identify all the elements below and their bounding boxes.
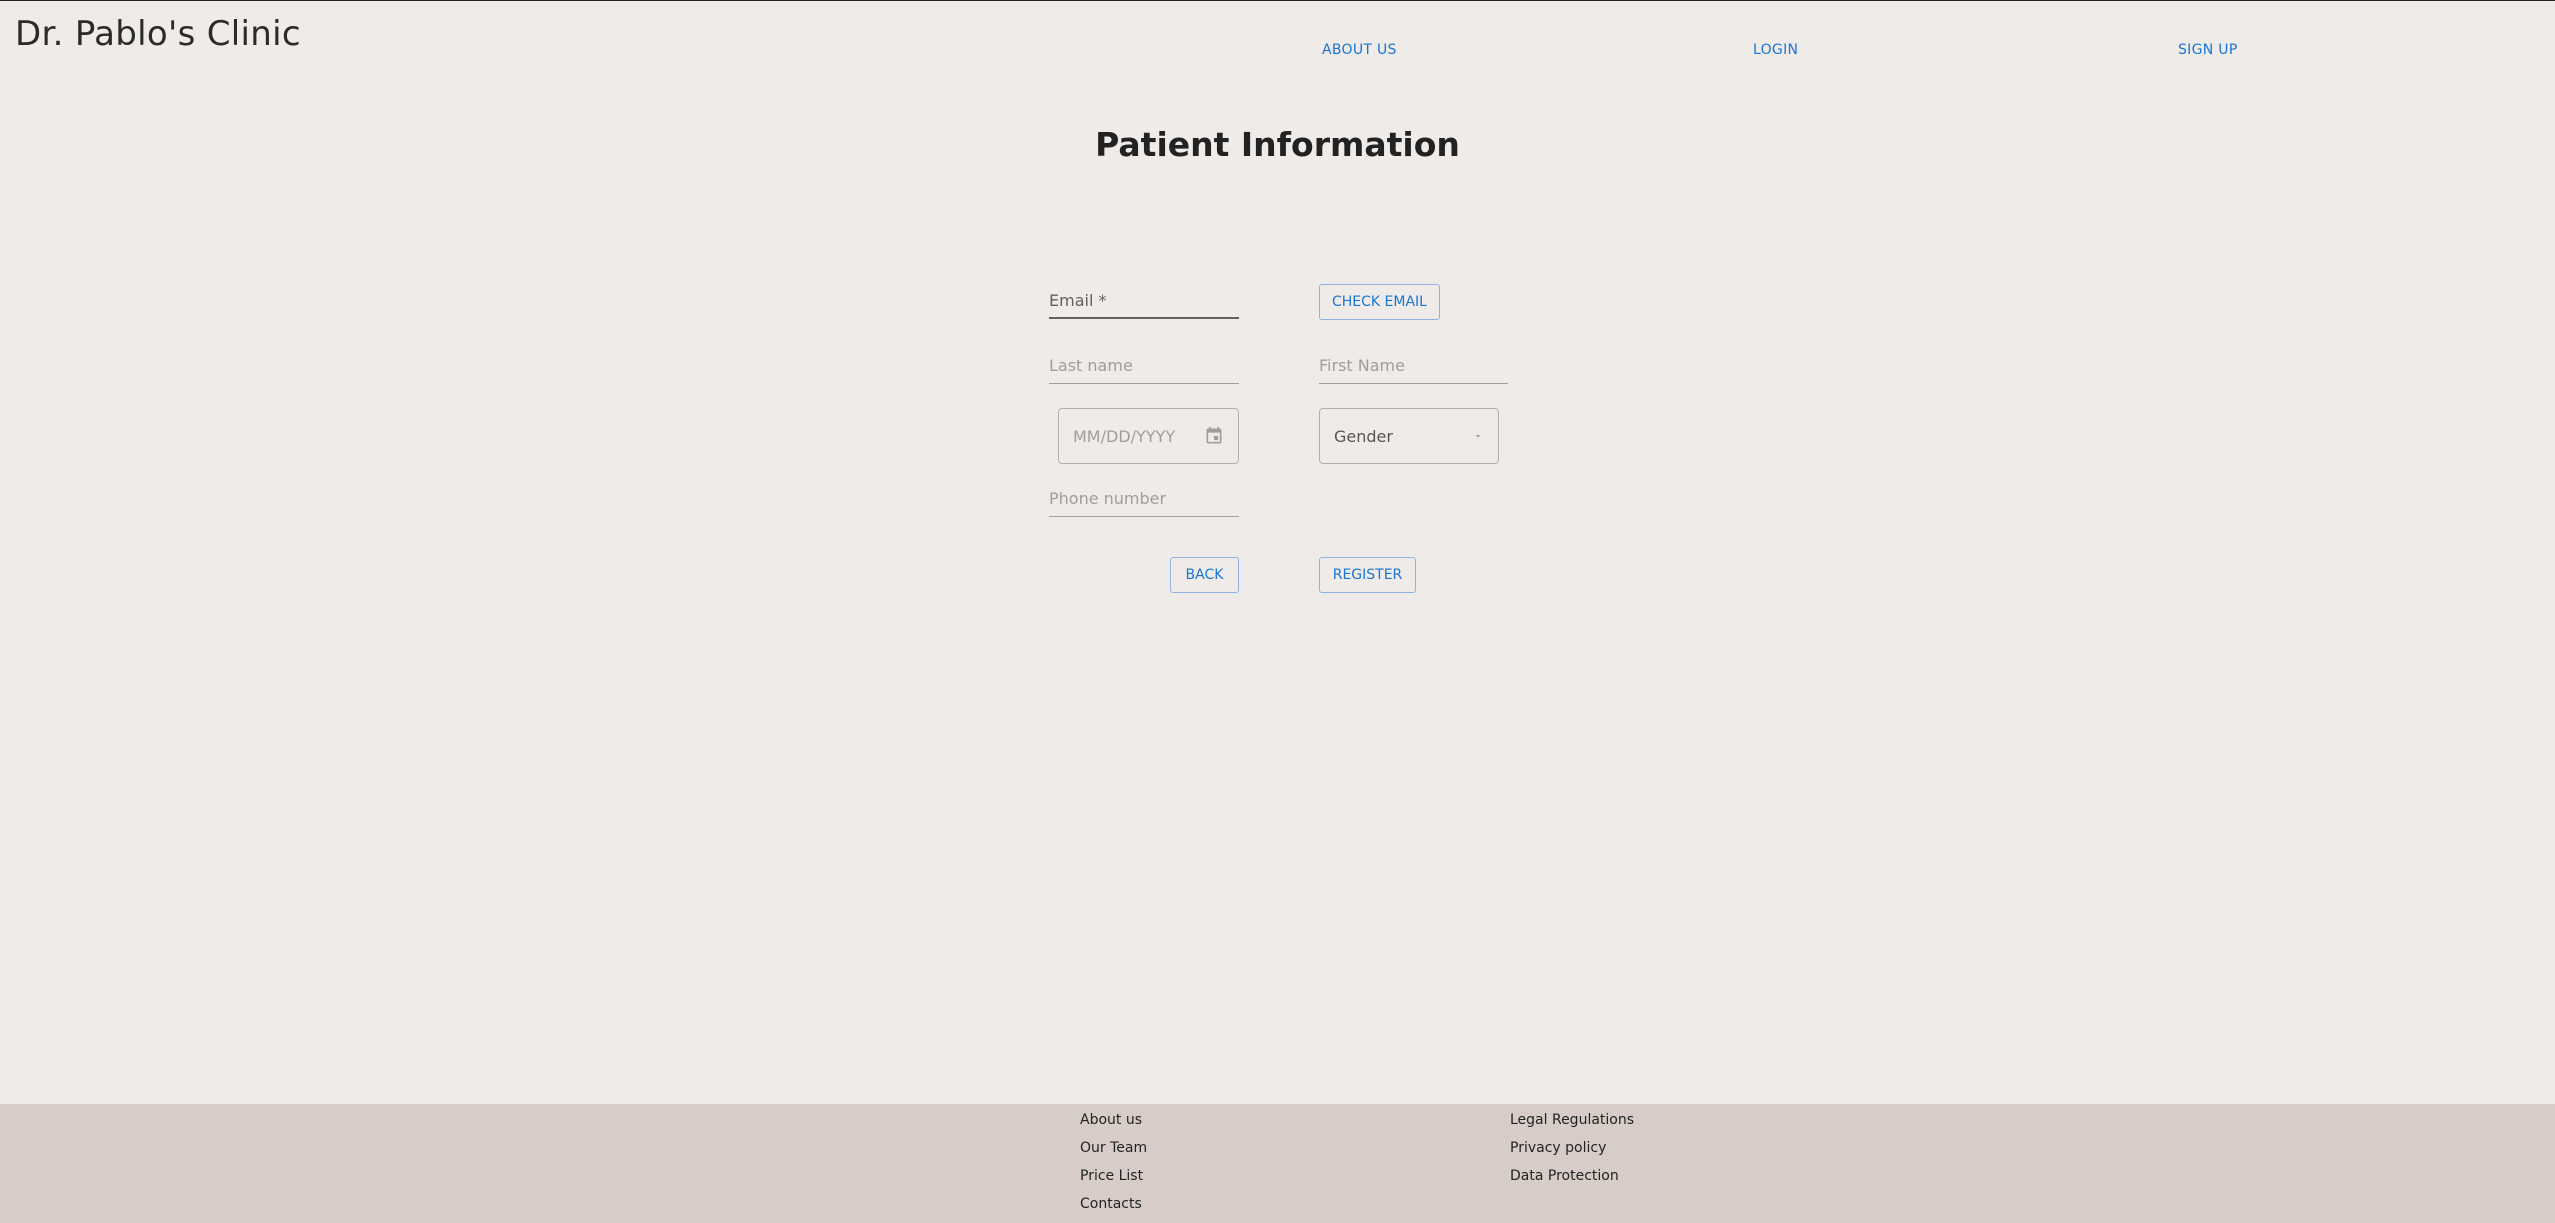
back-button[interactable]: BACK [1170,557,1239,593]
footer-link-our-team[interactable]: Our Team [1080,1140,1147,1156]
nav-sign-up[interactable]: SIGN UP [2178,42,2238,58]
footer: About us Our Team Price List Contacts Le… [0,1104,2555,1223]
footer-link-legal-regulations[interactable]: Legal Regulations [1510,1112,1634,1128]
check-email-button[interactable]: CHECK EMAIL [1319,284,1440,320]
page-title: Patient Information [1095,125,1460,164]
nav-about-us[interactable]: ABOUT US [1322,42,1397,58]
last-name-field[interactable]: Last name [1049,356,1239,384]
phone-field[interactable]: Phone number [1049,489,1239,517]
nav-login[interactable]: LOGIN [1753,42,1798,58]
gender-label: Gender [1334,426,1393,446]
register-button[interactable]: REGISTER [1319,557,1416,593]
top-border [0,0,2555,1]
last-name-placeholder: Last name [1049,356,1133,375]
email-label: Email * [1049,291,1107,310]
footer-link-about-us[interactable]: About us [1080,1112,1142,1128]
date-placeholder: MM/DD/YYYY [1073,426,1176,446]
date-of-birth-field[interactable]: MM/DD/YYYY [1058,408,1239,464]
phone-placeholder: Phone number [1049,489,1167,508]
email-field[interactable]: Email * [1049,291,1239,319]
footer-link-price-list[interactable]: Price List [1080,1168,1143,1184]
footer-link-data-protection[interactable]: Data Protection [1510,1168,1619,1184]
chevron-down-icon [1472,430,1484,442]
brand-title: Dr. Pablo's Clinic [15,14,301,54]
footer-link-privacy-policy[interactable]: Privacy policy [1510,1140,1606,1156]
first-name-field[interactable]: First Name [1319,356,1508,384]
first-name-placeholder: First Name [1319,356,1405,375]
footer-link-contacts[interactable]: Contacts [1080,1196,1142,1212]
gender-select[interactable]: Gender [1319,408,1499,464]
calendar-icon[interactable] [1204,426,1224,446]
